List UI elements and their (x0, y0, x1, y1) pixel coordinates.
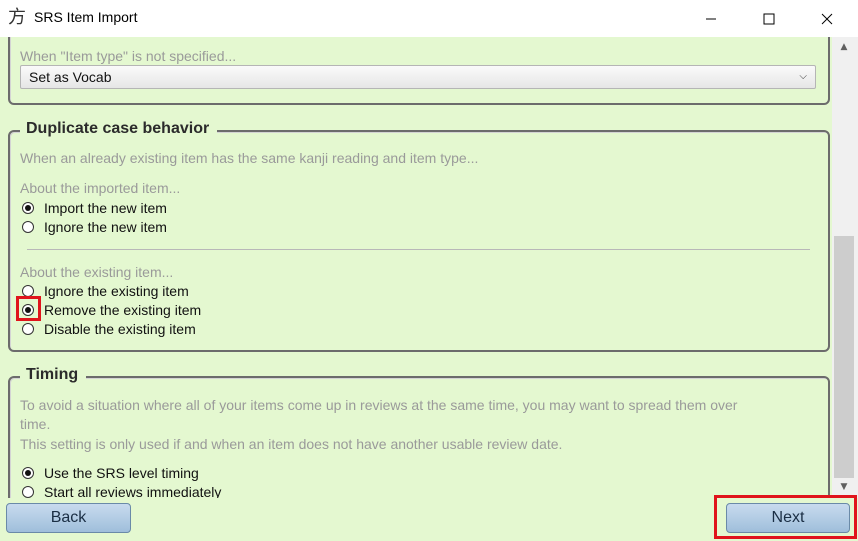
radio-label: Use the SRS level timing (44, 464, 199, 481)
radio-import-new-item[interactable]: Import the new item (22, 198, 167, 217)
radio-disable-existing-item[interactable]: Disable the existing item (22, 319, 196, 338)
maximize-icon (763, 13, 775, 24)
radio-label: Remove the existing item (44, 301, 202, 318)
radio-indicator (22, 220, 34, 233)
duplicate-behavior-group: Duplicate case behavior When an already … (8, 120, 830, 352)
radio-start-reviews-immediately[interactable]: Start all reviews immediately (22, 482, 221, 498)
maximize-button[interactable] (740, 0, 798, 37)
highlight-next-button (714, 495, 857, 539)
duplicate-group-title: Duplicate case behavior (20, 120, 218, 138)
timing-group-title: Timing (20, 366, 87, 384)
radio-indicator (22, 322, 34, 335)
radio-remove-existing-item[interactable]: Remove the existing item (22, 300, 201, 319)
close-button[interactable] (798, 0, 856, 37)
radio-label: Disable the existing item (44, 320, 196, 337)
minimize-button[interactable] (682, 0, 740, 37)
item-type-hint: When "Item type" is not specified... (20, 48, 237, 64)
radio-ignore-existing-item[interactable]: Ignore the existing item (22, 281, 189, 300)
radio-indicator (22, 284, 34, 297)
minimize-icon (706, 18, 716, 19)
imported-item-label: About the imported item... (20, 180, 181, 196)
radio-indicator (22, 485, 34, 498)
timing-description-line3: This setting is only used if and when an… (20, 436, 563, 452)
item-type-dropdown[interactable]: Set as Vocab ⌵ (20, 65, 816, 89)
timing-description-line1: To avoid a situation where all of your i… (20, 397, 738, 413)
radio-label: Import the new item (44, 199, 167, 216)
settings-scroll-area[interactable]: When "Item type" is not specified... Set… (0, 37, 858, 498)
radio-use-srs-timing[interactable]: Use the SRS level timing (22, 463, 199, 482)
duplicate-description: When an already existing item has the sa… (20, 150, 479, 166)
item-type-group: When "Item type" is not specified... Set… (8, 37, 830, 105)
radio-label: Ignore the new item (44, 218, 167, 235)
window-title: SRS Item Import (34, 9, 138, 25)
scroll-down-arrow-icon[interactable]: ▼ (834, 480, 854, 494)
chevron-down-icon: ⌵ (799, 71, 807, 82)
existing-item-label: About the existing item... (20, 264, 174, 280)
title-bar: 方 SRS Item Import (0, 0, 858, 37)
scrollbar-thumb[interactable] (834, 236, 854, 478)
scroll-up-arrow-icon[interactable]: ▲ (834, 40, 854, 54)
radio-ignore-new-item[interactable]: Ignore the new item (22, 217, 167, 236)
app-icon: 方 (8, 7, 26, 28)
radio-indicator (22, 201, 34, 214)
back-button[interactable]: Back (6, 503, 131, 533)
highlight-remove-existing-radio (16, 296, 41, 321)
timing-group: Timing To avoid a situation where all of… (8, 366, 830, 498)
radio-label: Start all reviews immediately (44, 483, 222, 499)
section-divider (27, 249, 810, 250)
timing-description-line2: time. (20, 416, 51, 432)
radio-indicator (22, 466, 34, 479)
close-icon (821, 13, 833, 24)
radio-label: Ignore the existing item (44, 282, 189, 299)
item-type-selected: Set as Vocab (29, 69, 112, 85)
